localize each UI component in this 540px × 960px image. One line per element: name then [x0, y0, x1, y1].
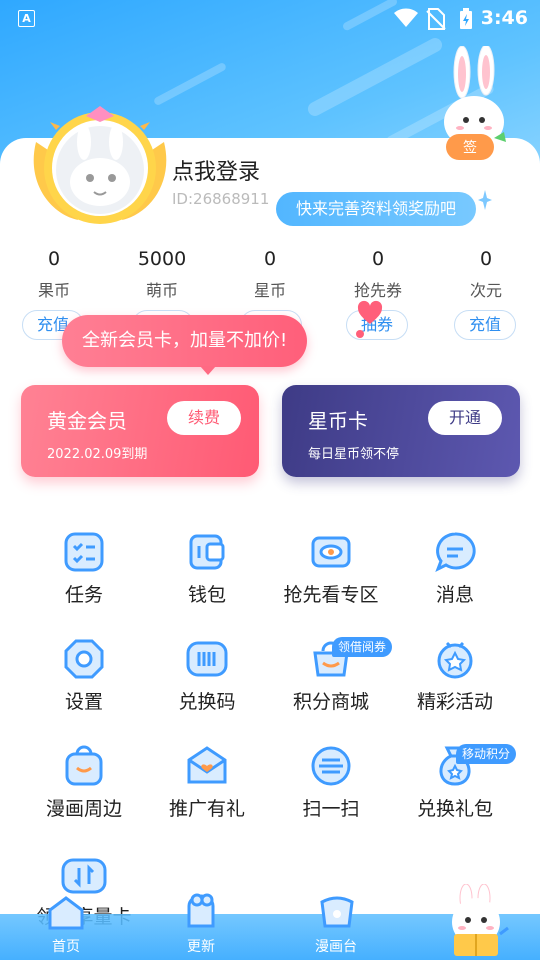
star-coin-card[interactable]: 星币卡 每日星币领不停 开通 — [282, 385, 520, 477]
battery-icon — [460, 8, 472, 29]
tab-comic[interactable]: 漫画台 — [296, 936, 376, 956]
avatar[interactable] — [30, 102, 170, 227]
status-time: 3:46 — [480, 7, 528, 29]
heart-icon — [356, 300, 383, 338]
stat-label: 抢先券 — [353, 281, 402, 300]
grid-item-activities[interactable]: 精彩活动 — [390, 637, 520, 727]
grid-item-preview-zone[interactable]: 抢先看专区 — [266, 530, 396, 620]
profile-tip-bubble[interactable]: 快来完善资料领奖励吧 — [276, 192, 477, 226]
invite-icon — [187, 746, 227, 784]
grid-item-wallet[interactable]: 钱包 — [142, 530, 272, 620]
stat-preview-ticket[interactable]: 0 抢先券 — [328, 248, 428, 301]
stat-star-coin[interactable]: 0 星币 — [220, 248, 320, 301]
scan-icon — [311, 746, 351, 786]
merch-icon — [65, 745, 103, 786]
settings-icon — [64, 639, 104, 679]
grid-label: 推广有礼 — [168, 798, 245, 820]
mobile-points-badge: 移动积分 — [456, 744, 517, 764]
no-sim-icon — [426, 8, 446, 30]
task-icon — [64, 532, 104, 572]
grid-label: 钱包 — [187, 584, 226, 606]
user-id: ID:26868911 — [172, 190, 270, 208]
svg-text:签: 签 — [463, 139, 477, 156]
star-card-subtitle: 每日星币领不停 — [308, 447, 400, 462]
activity-icon — [437, 641, 473, 679]
avatar-frame-icon — [33, 106, 167, 224]
grid-item-scan[interactable]: 扫一扫 — [266, 744, 396, 834]
stat-value: 0 — [47, 248, 61, 270]
data-card-icon — [61, 858, 107, 894]
grid-label: 兑换码 — [178, 691, 236, 713]
dimension-recharge-button[interactable]: 充值 — [454, 310, 516, 340]
grid-item-task[interactable]: 任务 — [19, 530, 149, 620]
grid-label: 兑换礼包 — [416, 798, 493, 820]
sparkle-icon — [478, 190, 492, 210]
gold-card-title: 黄金会员 — [47, 409, 127, 433]
grid-label: 抢先看专区 — [283, 584, 379, 606]
gold-member-card[interactable]: 黄金会员 2022.02.09到期 续费 — [21, 385, 259, 477]
login-prompt[interactable]: 点我登录 — [172, 154, 260, 186]
stat-cute-coin[interactable]: 5000 萌币 — [112, 248, 212, 301]
renew-button[interactable]: 续费 — [167, 401, 241, 435]
status-bar: A 3:46 — [0, 0, 540, 36]
stat-label: 果币 — [37, 281, 70, 300]
member-promo-tooltip[interactable]: 全新会员卡，加量不加价! — [62, 315, 308, 375]
redeem-code-icon — [186, 641, 228, 677]
grid-item-settings[interactable]: 设置 — [19, 637, 149, 727]
borrow-ticket-badge: 领借阅券 — [332, 637, 393, 657]
wifi-icon — [394, 8, 418, 27]
stat-dimension[interactable]: 0 次元 — [436, 248, 536, 301]
tab-update[interactable]: 更新 — [161, 936, 241, 956]
home-icon — [48, 896, 84, 930]
grid-label: 精彩活动 — [416, 691, 493, 713]
gold-card-expiry: 2022.02.09到期 — [47, 447, 148, 462]
stat-label: 次元 — [469, 281, 502, 300]
activate-button[interactable]: 开通 — [428, 401, 502, 435]
grid-item-merch[interactable]: 漫画周边 — [19, 744, 149, 834]
grid-item-invite[interactable]: 推广有礼 — [142, 744, 272, 834]
rabbit-mascot-icon: 签 — [444, 46, 506, 160]
bunny-reader-mascot-icon — [452, 884, 509, 956]
stat-fruit-coin[interactable]: 0 果币 — [4, 248, 104, 301]
update-icon — [187, 893, 215, 928]
stat-value: 0 — [263, 248, 277, 270]
grid-label: 消息 — [435, 584, 474, 606]
grid-label: 积分商城 — [292, 691, 369, 713]
comic-icon — [320, 896, 354, 928]
stat-value: 5000 — [137, 248, 187, 270]
stat-label: 星币 — [253, 281, 286, 300]
grid-label: 任务 — [64, 584, 103, 606]
grid-item-message[interactable]: 消息 — [390, 530, 520, 620]
message-icon — [435, 532, 476, 573]
wallet-icon — [189, 534, 225, 570]
stat-value: 0 — [479, 248, 493, 270]
tab-home[interactable]: 首页 — [26, 936, 106, 956]
grid-label: 扫一扫 — [302, 798, 360, 820]
app-notification-icon: A — [18, 10, 35, 27]
stat-label: 萌币 — [145, 281, 178, 300]
stat-value: 0 — [371, 248, 385, 270]
preview-icon — [311, 536, 351, 568]
star-card-title: 星币卡 — [308, 409, 368, 433]
grid-label: 漫画周边 — [45, 798, 122, 820]
grid-label: 设置 — [64, 691, 103, 713]
grid-item-redeem-code[interactable]: 兑换码 — [142, 637, 272, 727]
